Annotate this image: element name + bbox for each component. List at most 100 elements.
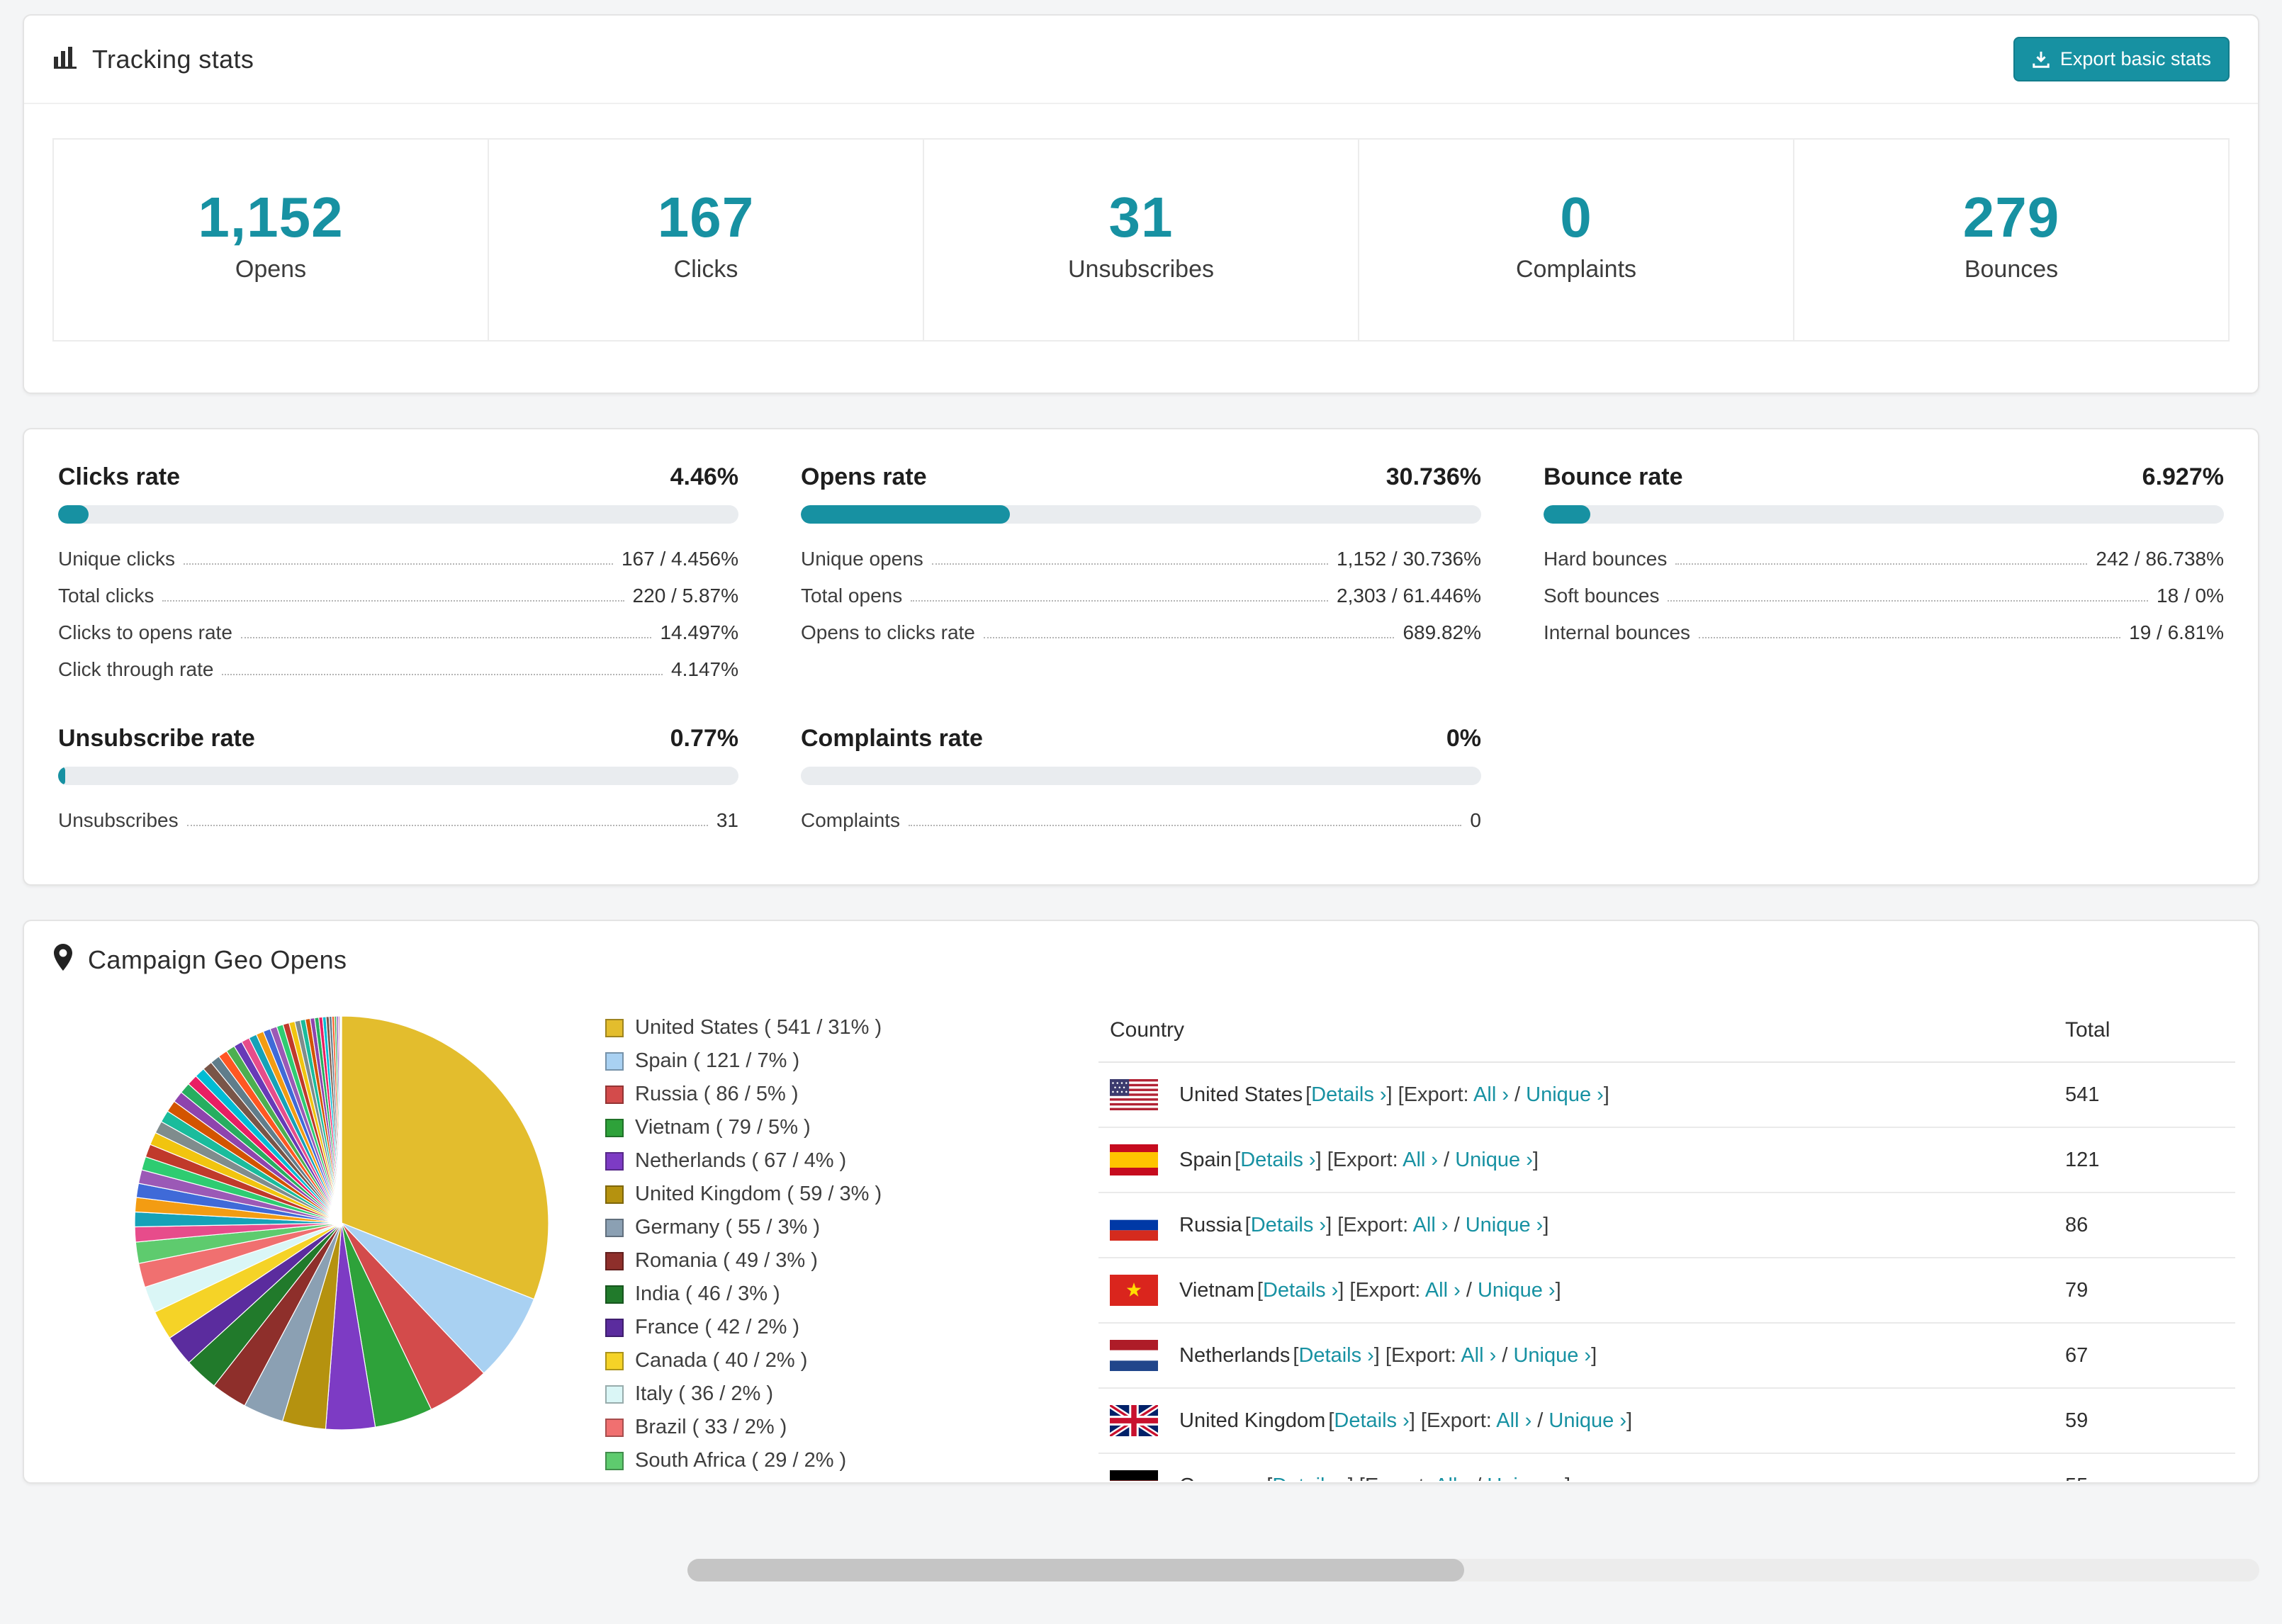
country-flag-icon [1110, 1144, 1158, 1175]
export-unique-link[interactable]: Unique › [1487, 1474, 1565, 1482]
legend-label: United States ( 541 / 31% ) [635, 1016, 882, 1039]
total-cell: 541 [2065, 1083, 2100, 1106]
stat-value: 279 [1962, 186, 2060, 249]
rate-stat-row: Opens to clicks rate 689.82% [801, 614, 1481, 651]
legend-swatch [605, 1418, 624, 1437]
legend-swatch [605, 1318, 624, 1337]
export-basic-stats-button[interactable]: Export basic stats [2013, 37, 2230, 81]
legend-swatch [605, 1251, 624, 1270]
details-link[interactable]: Details › [1272, 1474, 1347, 1482]
rates-card: Clicks rate 4.46% Unique clicks 167 / 4.… [23, 428, 2259, 886]
rate-row-label: Unsubscribes [58, 809, 179, 831]
geo-table-header: Country Total [1098, 999, 2235, 1063]
pie-svg [134, 1015, 549, 1431]
rate-row-value: 167 / 4.456% [621, 548, 738, 570]
map-pin-icon [52, 944, 74, 976]
tracking-stats-header: Tracking stats Export basic stats [24, 16, 2258, 104]
details-link[interactable]: Details › [1311, 1083, 1386, 1106]
rate-stat-row: Unsubscribes 31 [58, 802, 738, 839]
table-row: Spain [Details ›] [Export: All › / Uniqu… [1098, 1128, 2235, 1193]
rate-head: Opens rate 30.736% [801, 463, 1481, 491]
rate-block: Clicks rate 4.46% Unique clicks 167 / 4.… [58, 463, 738, 688]
stat-label: Complaints [1515, 256, 1637, 283]
geo-table-rows: United States [Details ›] [Export: All ›… [1098, 1063, 2235, 1481]
dotted-leader [240, 637, 652, 638]
rate-title: Complaints rate [801, 725, 983, 752]
legend-item: United Kingdom ( 59 / 3% ) [605, 1183, 1098, 1206]
rate-value: 0% [1446, 725, 1481, 752]
rate-head: Complaints rate 0% [801, 725, 1481, 752]
total-cell: 55 [2065, 1474, 2235, 1482]
table-row: Vietnam [Details ›] [Export: All › / Uni… [1098, 1258, 2235, 1324]
rate-stat-row: Complaints 0 [801, 802, 1481, 839]
progress-fill [801, 505, 1011, 524]
rate-row-label: Internal bounces [1544, 621, 1691, 643]
legend-item: India ( 46 / 3% ) [605, 1282, 1098, 1306]
export-unique-link[interactable]: Unique › [1466, 1214, 1544, 1236]
legend-swatch [605, 1218, 624, 1237]
export-all-link[interactable]: All › [1473, 1083, 1509, 1106]
export-all-link[interactable]: All › [1434, 1474, 1470, 1482]
legend-label: Italy ( 36 / 2% ) [635, 1382, 774, 1405]
rate-stat-row: Soft bounces 18 / 0% [1544, 577, 2224, 614]
table-row: United Kingdom [Details ›] [Export: All … [1098, 1389, 2235, 1454]
details-link[interactable]: Details › [1298, 1344, 1373, 1367]
rate-row-value: 19 / 6.81% [2129, 621, 2224, 643]
legend-label: Russia ( 86 / 5% ) [635, 1083, 799, 1105]
export-unique-link[interactable]: Unique › [1548, 1409, 1626, 1432]
rate-stat-row: Click through rate 4.147% [58, 651, 738, 688]
legend-swatch [605, 1451, 624, 1470]
country-cell: Spain [Details ›] [Export: All › / Uniqu… [1098, 1144, 2065, 1175]
export-unique-link[interactable]: Unique › [1478, 1279, 1556, 1302]
dotted-leader [186, 825, 708, 826]
dotted-leader [983, 637, 1395, 638]
details-link[interactable]: Details › [1251, 1214, 1326, 1236]
rate-row-value: 0 [1470, 809, 1481, 831]
export-unique-link[interactable]: Unique › [1513, 1344, 1591, 1367]
country-flag-icon [1110, 1470, 1158, 1481]
country-cell: Netherlands [Details ›] [Export: All › /… [1098, 1340, 2065, 1371]
scrollbar-thumb[interactable] [687, 1559, 1464, 1581]
dotted-leader [931, 563, 1329, 565]
rate-row-value: 1,152 / 30.736% [1337, 548, 1481, 570]
country-cell: United Kingdom [Details ›] [Export: All … [1098, 1405, 2065, 1436]
details-link[interactable]: Details › [1263, 1279, 1338, 1302]
country-name: Vietnam [1179, 1278, 1254, 1302]
rate-row-label: Unique clicks [58, 548, 175, 570]
legend-swatch [605, 1185, 624, 1204]
export-unique-link[interactable]: Unique › [1526, 1083, 1604, 1106]
legend-label: Brazil ( 33 / 2% ) [635, 1416, 787, 1438]
legend-item: United States ( 541 / 31% ) [605, 1016, 1098, 1039]
details-link[interactable]: Details › [1334, 1409, 1409, 1432]
rate-row-value: 18 / 0% [2157, 585, 2224, 607]
progress-bar [801, 767, 1481, 785]
legend-label: United Kingdom ( 59 / 3% ) [635, 1183, 882, 1205]
row-actions: [Details ›] [Export: All › / Unique ›] [1235, 1148, 1539, 1171]
export-all-link[interactable]: All › [1413, 1214, 1449, 1236]
rate-stat-row: Hard bounces 242 / 86.738% [1544, 541, 2224, 577]
rate-stat-row: Unique clicks 167 / 4.456% [58, 541, 738, 577]
progress-bar [58, 767, 738, 785]
row-actions: [Details ›] [Export: All › / Unique ›] [1257, 1278, 1561, 1302]
details-link[interactable]: Details › [1240, 1149, 1315, 1171]
bar-chart-icon [52, 44, 78, 75]
export-all-link[interactable]: All › [1461, 1344, 1496, 1367]
country-name: Netherlands [1179, 1343, 1291, 1367]
export-all-link[interactable]: All › [1403, 1149, 1438, 1171]
row-actions: [Details ›] [Export: All › / Unique ›] [1266, 1474, 1570, 1482]
rate-row-value: 220 / 5.87% [632, 585, 738, 607]
export-all-link[interactable]: All › [1496, 1409, 1531, 1432]
total-cell: 59 [2065, 1409, 2089, 1432]
rate-row-label: Opens to clicks rate [801, 621, 975, 643]
total-cell: 79 [2065, 1278, 2089, 1302]
export-unique-link[interactable]: Unique › [1455, 1149, 1533, 1171]
rate-rows: Unique clicks 167 / 4.456% Total clicks … [58, 541, 738, 688]
legend-swatch [605, 1085, 624, 1104]
country-name: United Kingdom [1179, 1409, 1326, 1432]
dotted-leader [183, 563, 613, 565]
table-row: United States [Details ›] [Export: All ›… [1098, 1063, 2235, 1128]
export-all-link[interactable]: All › [1425, 1279, 1461, 1302]
stat-label: Opens [235, 256, 307, 283]
dotted-leader [909, 825, 1462, 826]
rate-row-value: 242 / 86.738% [2096, 548, 2224, 570]
